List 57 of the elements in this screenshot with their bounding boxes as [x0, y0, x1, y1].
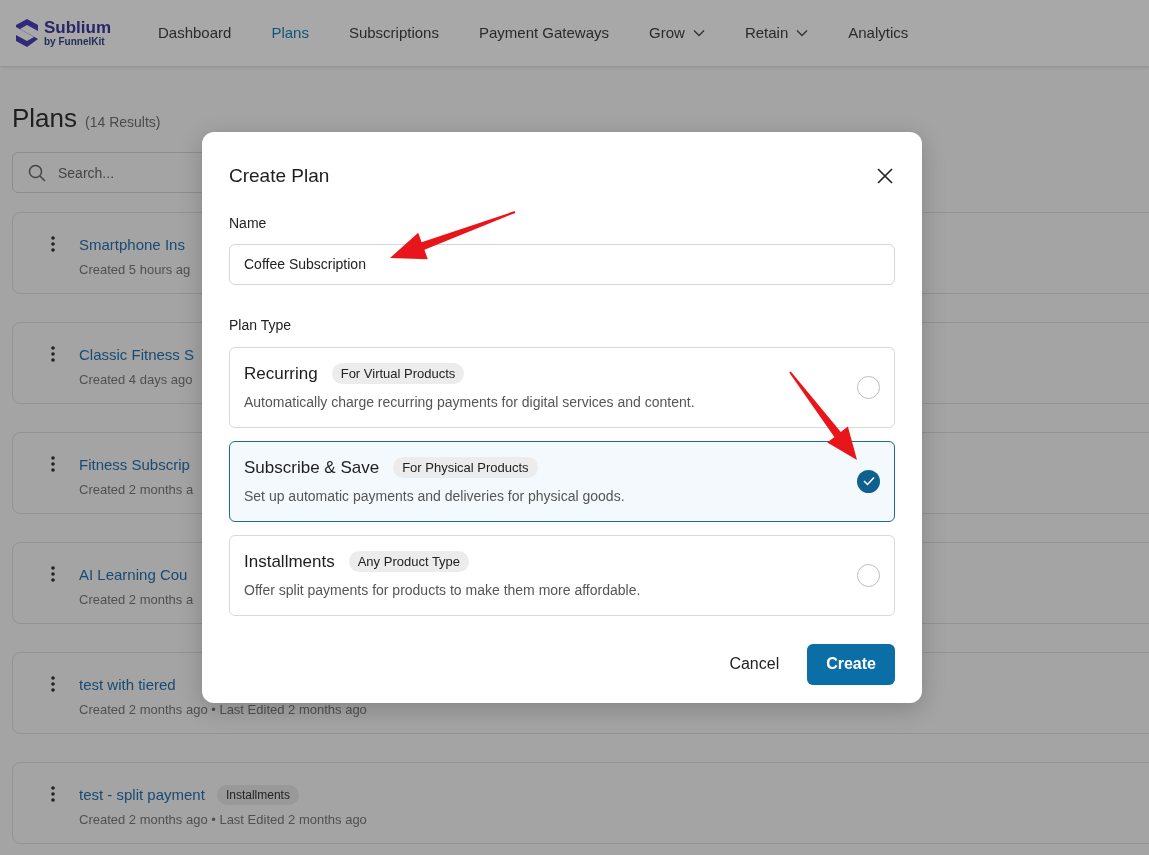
nav-tab[interactable]: Dashboard [158, 21, 232, 45]
option-tag: For Physical Products [393, 456, 538, 479]
nav-tab[interactable]: Subscriptions [348, 21, 439, 45]
radio-button[interactable] [857, 563, 880, 587]
brand-name: Sublium [44, 19, 112, 36]
check-icon [862, 476, 875, 486]
more-icon[interactable] [51, 676, 55, 692]
option-title: Recurring [244, 362, 318, 385]
field-label: Plan Type [229, 315, 292, 335]
option-tag: For Virtual Products [331, 362, 465, 385]
brand-byline: by FunnelKit [44, 37, 106, 47]
more-icon[interactable] [51, 346, 55, 362]
nav-tab[interactable]: Payment Gateways [478, 21, 610, 45]
plan-type-option[interactable]: Subscribe & Save For Physical Products Set up automatic payments and deliveries for physical goods. [229, 440, 895, 522]
plan-title[interactable]: Smartphone Ins [79, 234, 185, 257]
chevron-down-icon [692, 29, 705, 37]
plan-type-option[interactable]: Installments Any Product Type Offer split payments for products to make them more affordable. [229, 534, 895, 616]
close-icon [877, 168, 893, 185]
cancel-button[interactable]: Cancel [729, 652, 780, 676]
more-icon[interactable] [51, 786, 55, 802]
plan-meta: Created 2 months a [79, 590, 194, 609]
search-icon [28, 164, 46, 182]
plan-type-option[interactable]: Recurring For Virtual Products Automatically charge recurring payments for digital services and content. [229, 346, 895, 428]
nav-tab[interactable]: Analytics [848, 21, 909, 45]
option-title: Subscribe & Save [244, 456, 380, 479]
plan-title[interactable]: test with tiered [79, 674, 176, 697]
more-icon[interactable] [51, 456, 55, 472]
plan-type-tag: Installments [216, 785, 299, 806]
plan-meta: Created 2 months a [79, 480, 194, 499]
plan-meta: Created 2 months ago • Last Edited 2 months ago [79, 810, 367, 829]
plan-meta: Created 2 months ago • Last Edited 2 months ago [79, 700, 367, 719]
option-title: Installments [244, 550, 335, 573]
chevron-down-icon [796, 29, 809, 37]
plan-title[interactable]: test - split payment [79, 784, 205, 807]
plan-title[interactable]: AI Learning Cou [79, 564, 188, 587]
more-icon[interactable] [51, 566, 55, 582]
plan-title[interactable]: Fitness Subscrip [79, 454, 190, 477]
name-field[interactable]: Coffee Subscription [229, 243, 895, 285]
more-icon[interactable] [51, 236, 55, 252]
logo-icon [14, 18, 40, 48]
option-description: Offer split payments for products to make them more affordable. [244, 581, 641, 601]
option-tag: Any Product Type [348, 550, 470, 573]
option-description: Automatically charge recurring payments for digital services and content. [244, 393, 695, 413]
nav-tab[interactable]: Retain [744, 21, 809, 45]
plan-card[interactable]: test - split payment Installments Created 2 months ago • Last Edited 2 months ago [12, 762, 1149, 844]
nav-tab[interactable]: Grow [649, 21, 705, 45]
plan-title[interactable]: Classic Fitness S [79, 344, 195, 367]
radio-button[interactable] [857, 469, 880, 493]
plan-meta: Created 4 days ago [79, 370, 194, 389]
radio-button[interactable] [857, 375, 880, 399]
field-label: Name [229, 213, 268, 233]
result-count: (14 Results) [85, 113, 161, 132]
nav-tab[interactable]: Plans [271, 21, 309, 45]
option-description: Set up automatic payments and deliveries for physical goods. [244, 487, 625, 507]
create-button[interactable]: Create [807, 643, 895, 685]
page-title: Plans [12, 102, 78, 135]
plan-meta: Created 5 hours ag [79, 260, 191, 279]
